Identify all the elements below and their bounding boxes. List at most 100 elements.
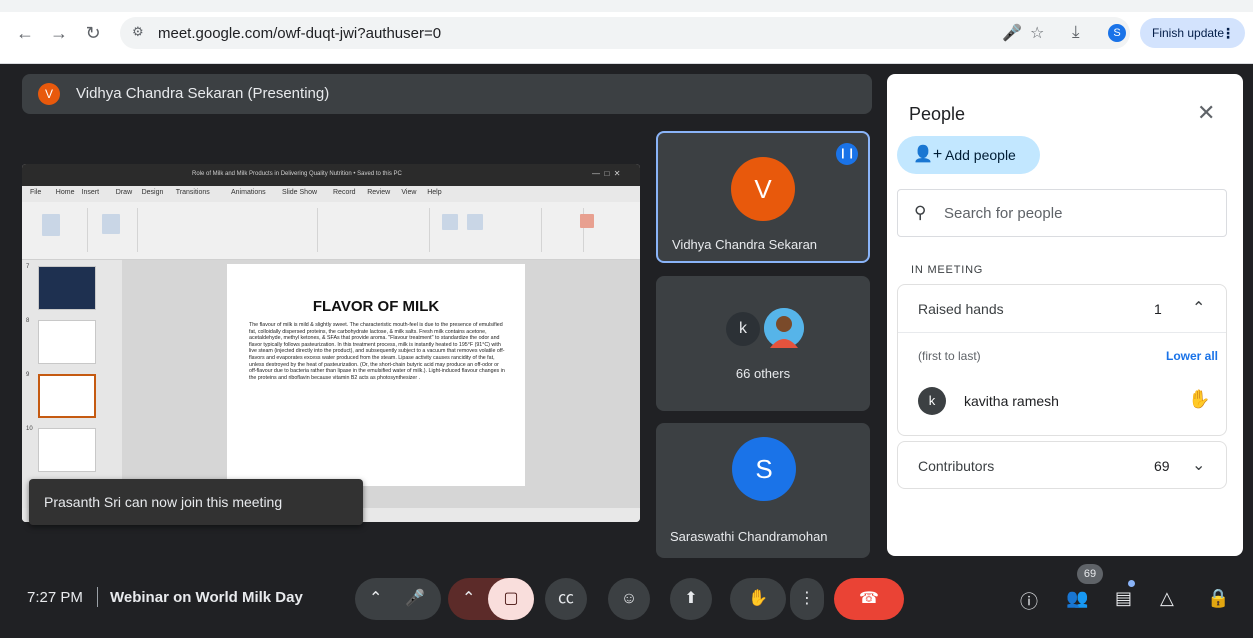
others-tile[interactable]: k 66 others [656,276,870,411]
new-slide-icon [102,214,120,234]
microphone-icon[interactable]: 🎤 [405,578,425,620]
slide-thumbnail-selected[interactable] [38,374,96,418]
close-icon[interactable]: ✕ [1197,100,1215,126]
forward-icon[interactable]: → [48,22,70,44]
slide-thumbnail[interactable] [38,428,96,472]
toast-text: Prasanth Sri can now join this meeting [44,494,283,510]
ppt-menu-bar: File Home Insert Draw Design Transitions Anima… [22,186,640,202]
back-icon[interactable]: ← [14,22,36,44]
presenting-label: Vidhya Chandra Sekaran (Presenting) [76,85,330,102]
chevron-down-icon[interactable]: ⌄ [1192,455,1205,475]
participant-name: Vidhya Chandra Sekaran [672,237,818,252]
reload-icon[interactable]: ↻ [82,22,104,44]
microphone-icon[interactable]: 🎤 [1002,23,1022,43]
notification-dot [1128,580,1135,587]
captions-icon[interactable]: ㏄ [545,578,587,620]
url-text[interactable]: meet.google.com/owf-duqt-jwi?authuser=0 [158,25,441,42]
clock: 7:27 PM [27,589,83,606]
raised-hands-order: (first to last) [918,349,981,363]
activities-icon[interactable]: △ [1160,588,1174,609]
browser-toolbar: ← → ↻ ⚙ meet.google.com/owf-duqt-jwi?aut… [0,0,1253,64]
ppt-menu-item[interactable]: Animations [231,189,266,196]
people-icon[interactable]: 👥 [1066,588,1088,609]
person-add-icon: 👤+ [913,146,943,163]
presenting-banner: V Vidhya Chandra Sekaran (Presenting) [22,74,872,114]
person-name: kavitha ramesh [964,393,1059,409]
add-ins-icon [580,214,594,228]
slide-thumbnail[interactable] [38,320,96,364]
ppt-menu-item[interactable]: Help [427,189,441,196]
contributors-header[interactable]: Contributors 69 ⌄ [898,442,1226,490]
chat-icon[interactable]: ▤ [1115,588,1132,609]
emoji-icon[interactable]: ☺ [608,578,650,620]
person-avatar: k [918,387,946,415]
slide-thumbnail[interactable] [38,266,96,310]
ppt-menu-item[interactable]: Home [56,189,75,196]
ppt-menu-item[interactable]: File [30,189,41,196]
raised-hands-section: Raised hands 1 ⌃ (first to last) Lower a… [897,284,1227,436]
join-toast: Prasanth Sri can now join this meeting [29,479,363,525]
present-screen-icon[interactable]: ⬆ [670,578,712,620]
profile-avatar[interactable]: S [1108,24,1126,42]
speaking-indicator-icon: ❙❙ [836,143,858,165]
ppt-menu-item[interactable]: Design [142,189,164,196]
end-call-icon[interactable]: ☎ [834,578,904,620]
shapes-icon [442,214,458,230]
ribbon-editing [544,208,584,252]
ppt-menu-item[interactable]: Insert [82,189,100,196]
ppt-menu-item[interactable]: Review [367,189,390,196]
in-meeting-heading: IN MEETING [911,264,984,276]
more-vert-icon: ⋮ [1221,25,1235,41]
ppt-menu-item[interactable]: Draw [116,189,132,196]
finish-update-button[interactable]: Finish update ⋮ [1140,18,1245,48]
chevron-up-icon[interactable]: ⌃ [1192,298,1205,318]
finish-update-label: Finish update [1152,26,1225,40]
participant-tile[interactable]: S Saraswathi Chandramohan [656,423,870,558]
thumb-number: 8 [26,318,30,324]
ppt-menu-item[interactable]: Slide Show [282,189,317,196]
others-count: 66 others [735,366,791,381]
arrange-icon [467,214,483,230]
participant-avatar: S [732,437,796,501]
contributors-section: Contributors 69 ⌄ [897,441,1227,489]
people-panel: People ✕ 👤+ Add people ⚲ Search for peop… [887,74,1243,556]
camera-control[interactable]: ⌃ ▢ [448,578,534,620]
ppt-menu-item[interactable]: View [401,189,416,196]
raised-hand-icon[interactable]: ✋ [1188,389,1210,410]
ppt-menu-item[interactable]: Record [333,189,356,196]
raised-hands-label: Raised hands [918,301,1004,317]
participant-avatar: k [726,312,760,346]
slide-body: The flavour of milk is mild & slightly s… [249,322,505,381]
search-placeholder: Search for people [944,205,1063,222]
address-bar[interactable]: ⚙ meet.google.com/owf-duqt-jwi?authuser=… [120,17,1130,49]
info-icon[interactable]: ⓘ [1020,588,1038,614]
chevron-up-icon[interactable]: ⌃ [462,578,475,620]
participant-tile[interactable]: ❙❙ V Vidhya Chandra Sekaran [656,131,870,263]
ppt-title-bar: Role of Milk and Milk Products in Delive… [22,164,640,186]
raise-hand-icon[interactable]: ✋ [730,578,786,620]
raised-hands-header[interactable]: Raised hands 1 ⌃ [898,285,1226,333]
microphone-control[interactable]: ⌃ 🎤 [355,578,441,620]
meet-stage: V Vidhya Chandra Sekaran (Presenting) Ro… [0,64,1253,638]
chevron-up-icon[interactable]: ⌃ [369,578,382,620]
camera-off-icon[interactable]: ▢ [488,578,534,620]
thumb-number: 9 [26,372,30,378]
more-options-icon[interactable]: ⋮ [790,578,824,620]
thumb-number: 10 [26,426,33,432]
bookmark-star-icon[interactable]: ☆ [1030,23,1044,43]
ribbon-font [140,208,318,252]
download-icon[interactable]: ⤓ [1072,22,1080,42]
lower-all-button[interactable]: Lower all [1166,349,1218,363]
current-slide: FLAVOR OF MILK The flavour of milk is mi… [227,264,525,486]
ppt-menu-item[interactable]: Transitions [176,189,210,196]
shared-screen: Role of Milk and Milk Products in Delive… [22,164,640,522]
window-controls: — □ ✕ [592,169,621,178]
ppt-window-title: Role of Milk and Milk Products in Delive… [192,171,402,177]
raised-hands-count: 1 [1154,301,1162,317]
thumb-number: 7 [26,264,30,270]
search-people-input[interactable]: ⚲ Search for people [897,189,1227,237]
host-controls-icon[interactable]: 🔒 [1207,588,1229,609]
site-settings-icon[interactable]: ⚙ [132,24,144,40]
contributors-count: 69 [1154,458,1170,474]
add-people-button[interactable]: 👤+ Add people [897,136,1040,174]
